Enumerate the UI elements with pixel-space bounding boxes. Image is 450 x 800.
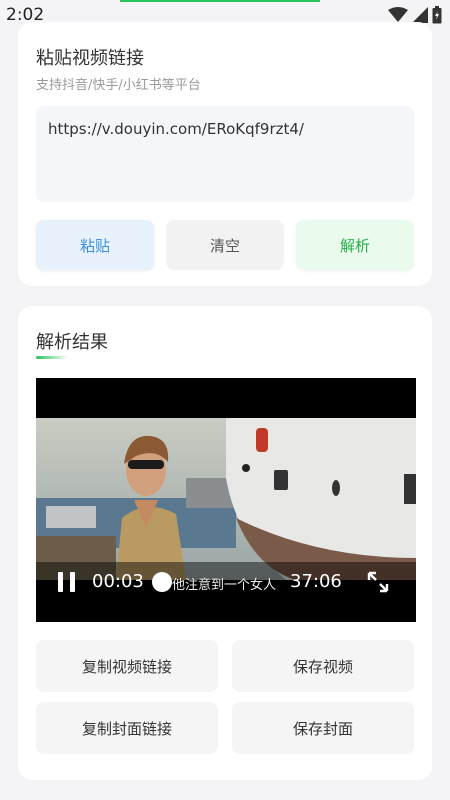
wifi-icon bbox=[388, 7, 408, 22]
current-time: 00:03 bbox=[92, 571, 144, 592]
parse-button[interactable]: 解析 bbox=[296, 220, 414, 270]
paste-button[interactable]: 粘贴 bbox=[36, 220, 154, 270]
signal-icon bbox=[412, 7, 428, 23]
result-card: 解析结果 00:03 他注意到一个女人 37:06 复制视频链接 保存视频 复制… bbox=[18, 306, 432, 780]
input-card-title: 粘贴视频链接 bbox=[36, 48, 144, 69]
video-player[interactable]: 00:03 他注意到一个女人 37:06 bbox=[36, 378, 416, 622]
copy-video-link-button[interactable]: 复制视频链接 bbox=[36, 640, 218, 692]
top-accent-line bbox=[120, 0, 320, 2]
video-subtitle: 他注意到一个女人 bbox=[172, 578, 277, 593]
pause-icon[interactable] bbox=[56, 570, 78, 594]
title-underline bbox=[36, 356, 68, 359]
battery-icon bbox=[432, 6, 442, 24]
result-card-title: 解析结果 bbox=[36, 332, 108, 353]
fullscreen-icon[interactable] bbox=[366, 570, 390, 594]
save-cover-button[interactable]: 保存封面 bbox=[232, 702, 414, 754]
clear-button[interactable]: 清空 bbox=[166, 220, 284, 270]
supported-platforms-text: 支持抖音/快手/小红书等平台 bbox=[36, 78, 201, 93]
total-time: 37:06 bbox=[290, 571, 342, 592]
url-input[interactable]: https://v.douyin.com/ERoKqf9rzt4/ bbox=[36, 106, 414, 202]
copy-cover-link-button[interactable]: 复制封面链接 bbox=[36, 702, 218, 754]
video-controls: 00:03 他注意到一个女人 37:06 bbox=[36, 562, 416, 602]
link-input-card: 粘贴视频链接 支持抖音/快手/小红书等平台 https://v.douyin.c… bbox=[18, 22, 432, 286]
video-frame bbox=[36, 418, 416, 580]
seek-handle[interactable] bbox=[152, 572, 172, 592]
save-video-button[interactable]: 保存视频 bbox=[232, 640, 414, 692]
